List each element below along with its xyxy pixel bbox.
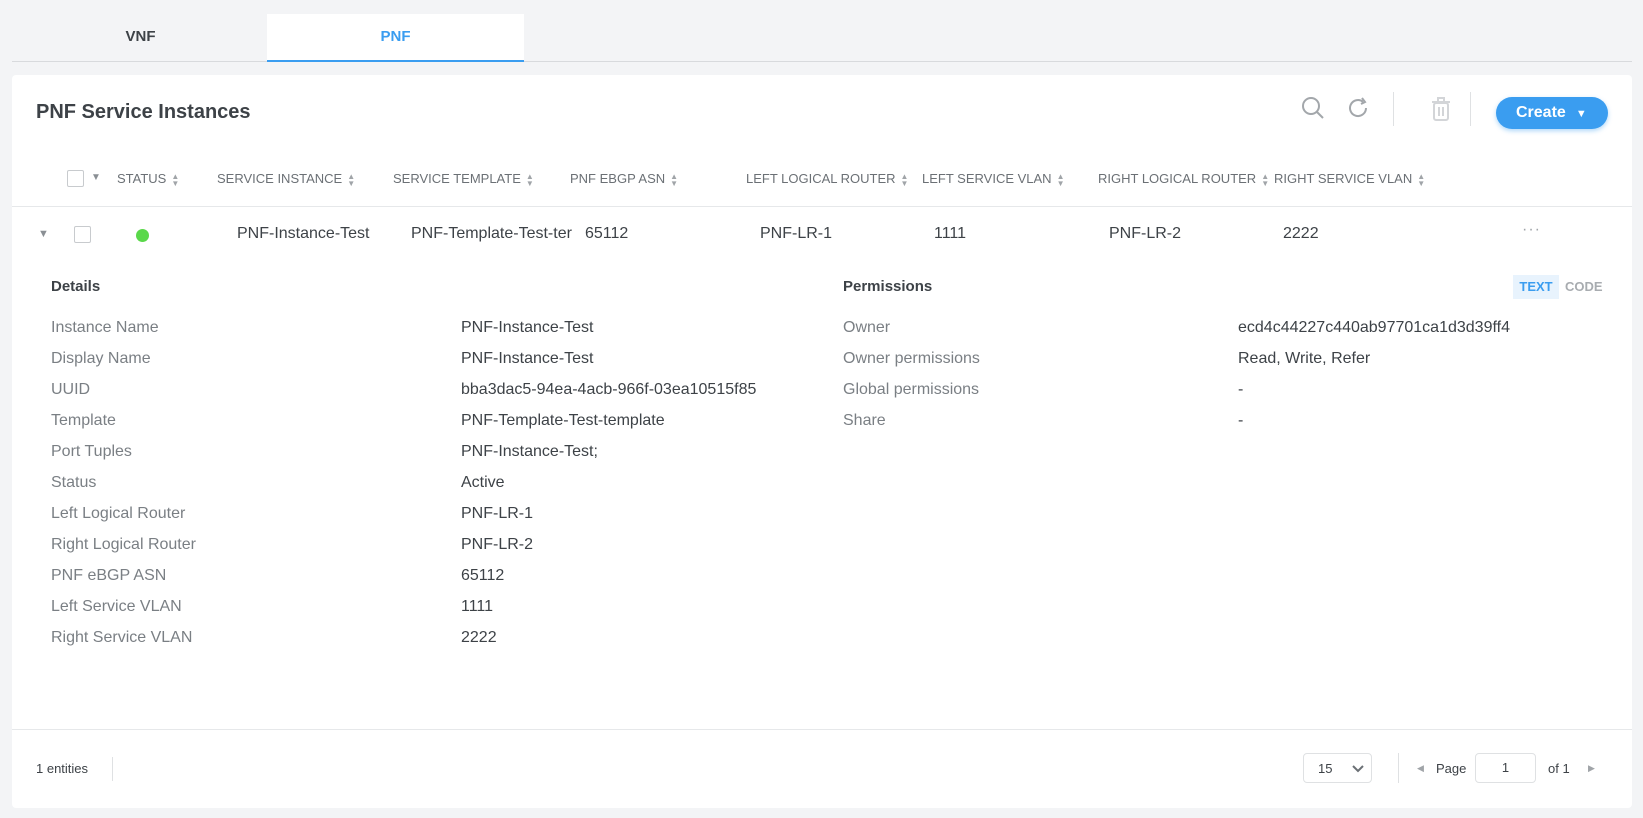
col-right-service-vlan[interactable]: RIGHT SERVICE VLAN ▲ ▼	[1274, 171, 1425, 187]
detail-value: PNF-Instance-Test	[461, 319, 594, 336]
sort-icon: ▲ ▼	[1056, 171, 1065, 188]
col-left-service-vlan[interactable]: LEFT SERVICE VLAN ▲ ▼	[922, 171, 1065, 187]
detail-value: Read, Write, Refer	[1238, 350, 1371, 367]
view-text-button[interactable]: TEXT	[1513, 275, 1559, 299]
detail-label: Left Service VLAN	[51, 598, 182, 615]
cell-right-lr: PNF-LR-2	[1109, 225, 1182, 242]
detail-value: 2222	[461, 629, 497, 646]
details-heading: Details	[51, 278, 101, 295]
detail-value: bba3dac5-94ea-4acb-966f-03ea10515f85	[461, 381, 757, 398]
detail-label: Global permissions	[843, 381, 980, 398]
col-service-instance[interactable]: SERVICE INSTANCE ▲ ▼	[217, 171, 355, 187]
chevron-down-icon	[1352, 765, 1364, 773]
detail-label: Port Tuples	[51, 443, 132, 460]
permissions-heading: Permissions	[843, 278, 933, 295]
col-service-template[interactable]: SERVICE TEMPLATE ▲ ▼	[393, 171, 534, 187]
detail-label: PNF eBGP ASN	[51, 567, 167, 584]
detail-value: -	[1238, 412, 1244, 429]
create-button[interactable]: Create ▼	[1496, 97, 1608, 129]
cell-template: PNF-Template-Test-ter	[411, 225, 572, 242]
detail-value: PNF-Template-Test-template	[461, 412, 665, 429]
detail-label: Right Service VLAN	[51, 629, 193, 646]
detail-value: -	[1238, 381, 1244, 398]
sort-icon: ▲ ▼	[1261, 171, 1270, 187]
detail-label: Right Logical Router	[51, 536, 196, 553]
detail-label: Display Name	[51, 350, 151, 367]
divider	[12, 729, 1632, 730]
select-menu-caret-icon[interactable]: ▼	[91, 172, 101, 183]
detail-label: UUID	[51, 381, 91, 398]
service-instances-panel: PNF Service Instances Create ▼ ▼ STATUS ▲ ▼…	[12, 75, 1632, 808]
detail-label: Instance Name	[51, 319, 159, 336]
cell-left-vlan: 1111	[934, 225, 967, 242]
divider	[112, 757, 113, 781]
page-number-input[interactable]: 1	[1475, 753, 1536, 783]
divider	[1393, 92, 1394, 126]
sort-icon: ▲ ▼	[900, 171, 909, 188]
trash-icon[interactable]	[1430, 96, 1452, 122]
page-label: Page	[1436, 761, 1467, 776]
more-actions-icon[interactable]: ···	[1522, 221, 1541, 239]
detail-value: PNF-Instance-Test	[461, 350, 594, 367]
tab-bar: VNF PNF	[12, 0, 1632, 62]
detail-value: 65112	[461, 567, 505, 584]
search-icon[interactable]	[1300, 95, 1326, 121]
collapse-caret-icon[interactable]: ▼	[38, 228, 49, 240]
page-size-value: 15	[1318, 761, 1333, 776]
col-pnf-ebgp-asn[interactable]: PNF EBGP ASN ▲ ▼	[570, 171, 678, 187]
divider	[1398, 753, 1399, 783]
prev-page-icon[interactable]: ◀	[1417, 763, 1424, 774]
detail-label: Template	[51, 412, 116, 429]
row-checkbox[interactable]	[74, 226, 91, 243]
sort-icon: ▲ ▼	[1417, 171, 1426, 188]
detail-value: Active	[461, 474, 505, 491]
col-left-logical-router[interactable]: LEFT LOGICAL ROUTER ▲ ▼	[746, 171, 908, 187]
sort-icon: ▲ ▼	[171, 171, 180, 188]
cell-instance[interactable]: PNF-Instance-Test	[237, 225, 369, 243]
cell-right-vlan: 2222	[1283, 225, 1319, 242]
detail-value: ecd4c44227c440ab97701ca1d3d39ff4	[1238, 319, 1510, 336]
col-status[interactable]: STATUS ▲ ▼	[117, 171, 179, 187]
entity-count: 1 entities	[36, 761, 89, 776]
page-size-select[interactable]: 15	[1303, 753, 1372, 783]
sort-icon: ▲ ▼	[347, 171, 356, 188]
tab-pnf[interactable]: PNF	[267, 14, 524, 62]
detail-value: 1111	[461, 598, 494, 615]
refresh-icon[interactable]	[1345, 95, 1371, 121]
detail-label: Owner permissions	[843, 350, 980, 367]
select-all-checkbox[interactable]	[67, 170, 84, 187]
divider	[1470, 92, 1471, 126]
detail-label: Left Logical Router	[51, 505, 186, 522]
next-page-icon[interactable]: ▶	[1588, 763, 1595, 774]
create-label: Create	[1516, 104, 1566, 121]
detail-value: PNF-Instance-Test;	[461, 443, 598, 460]
sort-icon: ▲ ▼	[670, 171, 679, 188]
detail-label: Status	[51, 474, 97, 491]
divider	[12, 206, 1632, 207]
detail-label: Owner	[843, 319, 891, 336]
cell-asn: 65112	[585, 225, 629, 242]
sort-icon: ▲ ▼	[525, 171, 534, 188]
page-title: PNF Service Instances	[36, 101, 251, 123]
col-right-logical-router[interactable]: RIGHT LOGICAL ROUTER ▲ ▼	[1098, 171, 1274, 187]
cell-left-lr: PNF-LR-1	[760, 225, 833, 242]
detail-label: Share	[843, 412, 886, 429]
status-dot	[136, 229, 149, 242]
detail-value: PNF-LR-2	[461, 536, 534, 553]
view-code-button[interactable]: CODE	[1565, 275, 1603, 299]
caret-down-icon: ▼	[1575, 108, 1587, 120]
tab-vnf[interactable]: VNF	[12, 14, 269, 62]
page-total: of 1	[1548, 761, 1570, 776]
detail-value: PNF-LR-1	[461, 505, 534, 522]
